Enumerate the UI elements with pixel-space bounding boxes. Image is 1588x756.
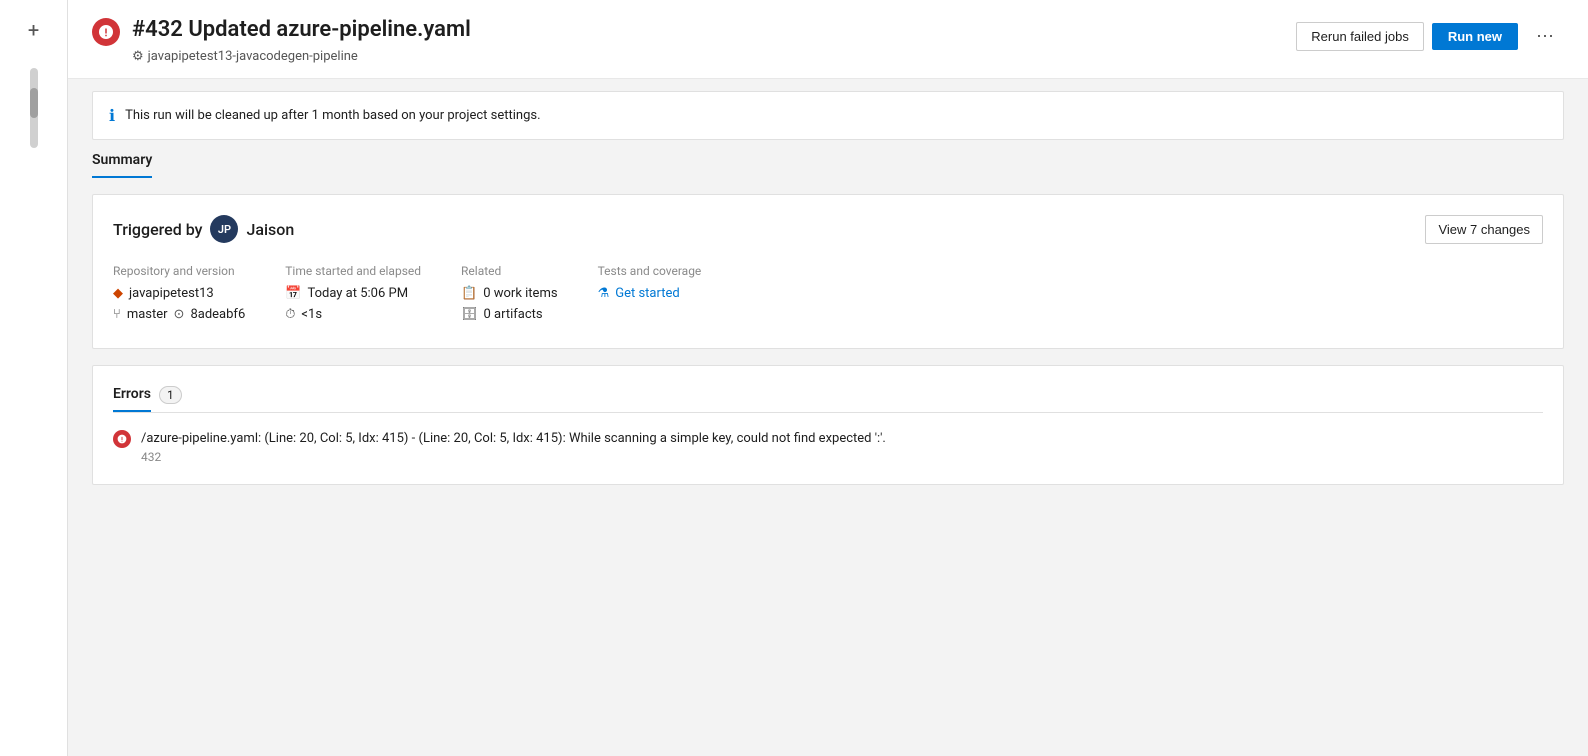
tests-label: Tests and coverage [598,264,702,278]
time-label: Time started and elapsed [285,264,421,278]
time-started: Today at 5:06 PM [307,286,408,301]
related-label: Related [461,264,558,278]
repo-version-col: Repository and version ◆ javapipetest13 … [113,264,245,328]
repo-row: ◆ javapipetest13 [113,286,245,301]
commit-icon: ⊙ [174,307,185,322]
summary-info-grid: Repository and version ◆ javapipetest13 … [113,264,1543,328]
repo-version-label: Repository and version [113,264,245,278]
triggered-left: Triggered by JP Jaison [113,215,294,243]
summary-section: Summary [92,152,1564,178]
triggered-row: Triggered by JP Jaison View 7 changes [113,215,1543,244]
time-elapsed: <1s [301,307,322,322]
summary-tab[interactable]: Summary [92,152,152,178]
get-started-link[interactable]: Get started [615,286,679,301]
errors-section: Errors 1 /azure-pipeline.yaml: (Line: 20… [92,365,1564,486]
pipeline-icon: ⚙ [132,49,144,64]
repo-icon: ◆ [113,286,123,301]
work-items-icon: 📋 [461,286,477,301]
error-status-icon [92,18,120,46]
error-item-icon [113,430,131,448]
more-options-button[interactable]: ⋯ [1526,20,1564,53]
info-banner-text: This run will be cleaned up after 1 mont… [125,108,540,123]
repo-name: javapipetest13 [129,286,214,301]
time-started-row: 📅 Today at 5:06 PM [285,286,421,301]
triggered-by-name: Jaison [246,220,294,239]
errors-count-badge: 1 [159,386,182,404]
commit-hash: 8adeabf6 [190,307,245,322]
calendar-icon: 📅 [285,286,301,301]
run-new-button[interactable]: Run new [1432,23,1518,50]
header-title-block: #432 Updated azure-pipeline.yaml ⚙ javap… [132,16,471,64]
artifacts-icon: 🗄 [461,307,478,322]
error-message: /azure-pipeline.yaml: (Line: 20, Col: 5,… [141,429,886,449]
sidebar-add-button[interactable]: + [16,12,52,48]
sidebar-scrollbar [30,68,38,148]
view-changes-button[interactable]: View 7 changes [1425,215,1543,244]
page-header: #432 Updated azure-pipeline.yaml ⚙ javap… [68,0,1588,79]
work-items-count: 0 work items [483,286,557,301]
info-icon: ℹ [109,106,115,125]
content-area: Summary Triggered by JP Jaison View 7 ch… [68,152,1588,510]
sidebar-scrollbar-thumb [30,88,38,118]
clock-icon: ⏱ [285,307,295,322]
related-col: Related 📋 0 work items 🗄 0 artifacts [461,264,558,328]
pipeline-name: javapipetest13-javacodegen-pipeline [148,49,358,64]
header-actions: Rerun failed jobs Run new ⋯ [1296,20,1564,53]
main-content: #432 Updated azure-pipeline.yaml ⚙ javap… [68,0,1588,756]
info-banner: ℹ This run will be cleaned up after 1 mo… [92,91,1564,140]
branch-icon: ⑂ [113,307,121,322]
error-id: 432 [141,450,886,464]
errors-tab-row: Errors 1 [113,386,1543,413]
header-left: #432 Updated azure-pipeline.yaml ⚙ javap… [92,16,471,64]
rerun-failed-jobs-button[interactable]: Rerun failed jobs [1296,22,1424,51]
time-col: Time started and elapsed 📅 Today at 5:06… [285,264,421,328]
avatar: JP [210,215,238,243]
flask-icon: ⚗ [598,286,610,301]
artifacts-count: 0 artifacts [484,307,543,322]
time-elapsed-row: ⏱ <1s [285,307,421,322]
error-item: /azure-pipeline.yaml: (Line: 20, Col: 5,… [113,429,1543,465]
work-items-row: 📋 0 work items [461,286,558,301]
summary-card: Triggered by JP Jaison View 7 changes Re… [92,194,1564,349]
page-title: #432 Updated azure-pipeline.yaml [132,16,471,45]
error-item-body: /azure-pipeline.yaml: (Line: 20, Col: 5,… [141,429,886,465]
get-started-row: ⚗ Get started [598,286,702,301]
sidebar: + [0,0,68,756]
tests-col: Tests and coverage ⚗ Get started [598,264,702,328]
triggered-by-label: Triggered by [113,220,202,239]
header-subtitle: ⚙ javapipetest13-javacodegen-pipeline [132,49,471,64]
errors-tab[interactable]: Errors [113,386,151,412]
artifacts-row: 🗄 0 artifacts [461,307,558,322]
branch-name: master [127,307,168,322]
branch-row: ⑂ master ⊙ 8adeabf6 [113,307,245,322]
